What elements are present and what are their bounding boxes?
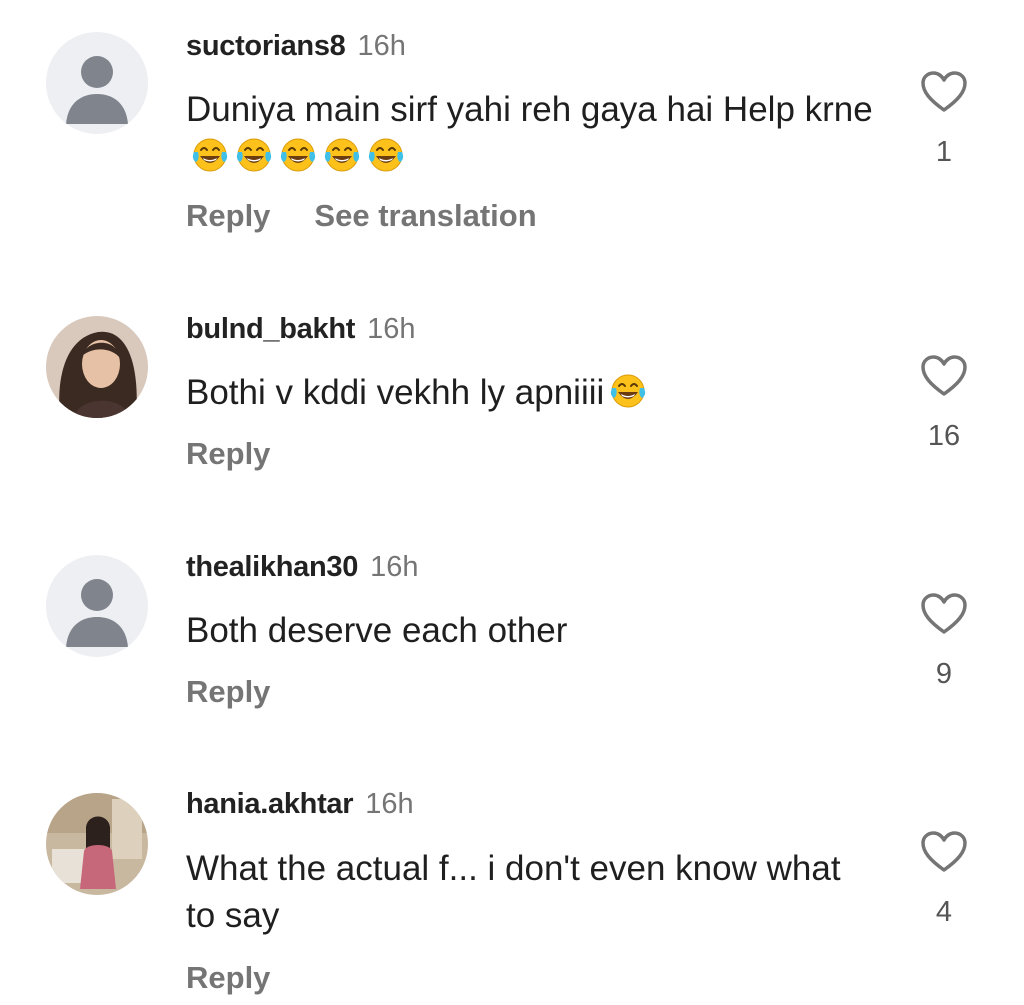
- comment-text: What the actual f... i don't even know w…: [186, 849, 841, 935]
- laughing-crying-emoji-icon: [324, 138, 360, 172]
- heart-icon: [921, 831, 967, 872]
- like-button[interactable]: 4: [915, 830, 973, 929]
- like-button[interactable]: 1: [915, 70, 973, 169]
- laughing-crying-emoji-icon: [611, 374, 646, 408]
- avatar[interactable]: [46, 316, 148, 418]
- username[interactable]: bulnd_bakht: [186, 313, 355, 345]
- avatar[interactable]: [46, 793, 148, 895]
- avatar[interactable]: [46, 555, 148, 657]
- like-button[interactable]: 9: [915, 592, 973, 691]
- comment-text: Bothi v kddi vekhh ly apniiii: [186, 369, 886, 416]
- like-count: 1: [935, 136, 953, 168]
- username[interactable]: hania.akhtar: [186, 788, 354, 820]
- username[interactable]: suctorians8: [186, 30, 346, 62]
- avatar[interactable]: [46, 32, 148, 134]
- profile-photo: [46, 316, 148, 418]
- heart-icon: [921, 71, 967, 112]
- laughing-crying-emoji-icon: [280, 138, 316, 172]
- default-avatar-icon: [66, 579, 128, 647]
- username[interactable]: thealikhan30: [186, 551, 358, 583]
- timestamp: 16h: [365, 788, 414, 820]
- comment-text: Both deserve each other: [186, 611, 568, 650]
- like-count: 16: [927, 420, 961, 452]
- laughing-crying-emoji-icon: [368, 138, 404, 172]
- profile-photo: [46, 793, 148, 895]
- laughing-crying-emoji-icon: [192, 138, 228, 172]
- timestamp: 16h: [367, 313, 416, 345]
- heart-icon: [921, 593, 967, 634]
- heart-icon: [921, 355, 967, 396]
- laughing-crying-emoji-icon: [236, 138, 272, 172]
- comment-text: Duniya main sirf yahi reh gaya hai Help …: [186, 86, 886, 180]
- timestamp: 16h: [370, 551, 419, 583]
- reply-button[interactable]: Reply: [186, 198, 270, 233]
- default-avatar-icon: [66, 56, 128, 124]
- reply-button[interactable]: Reply: [186, 436, 270, 471]
- timestamp: 16h: [357, 30, 406, 62]
- laughing-emoji-group: [186, 137, 406, 176]
- laughing-emoji-group: [604, 373, 648, 412]
- reply-button[interactable]: Reply: [186, 960, 270, 995]
- like-count: 4: [935, 896, 953, 928]
- see-translation-button[interactable]: See translation: [314, 198, 536, 233]
- reply-button[interactable]: Reply: [186, 674, 270, 709]
- like-button[interactable]: 16: [915, 354, 973, 453]
- like-count: 9: [935, 658, 953, 690]
